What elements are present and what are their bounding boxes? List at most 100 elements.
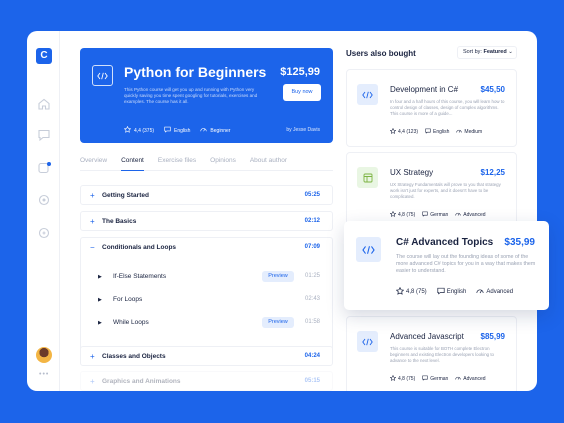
card-rating: 4,8 (75) xyxy=(398,212,416,218)
card-title: UX Strategy xyxy=(390,168,434,177)
code-icon xyxy=(357,84,378,105)
course-language: English xyxy=(174,127,191,134)
play-icon[interactable]: ▶ xyxy=(98,320,102,326)
section-duration: 04:24 xyxy=(304,353,320,359)
code-icon xyxy=(92,65,113,86)
app-logo[interactable]: C xyxy=(36,48,52,64)
expand-icon[interactable]: + xyxy=(90,191,95,200)
card-title: C# Advanced Topics xyxy=(396,237,494,248)
level-icon xyxy=(200,126,208,135)
section-title: Graphics and Animations xyxy=(102,378,181,385)
section-duration: 02:12 xyxy=(304,218,320,224)
lesson-duration: 01:58 xyxy=(304,319,320,325)
section-the-basics[interactable]: + The Basics 02:12 xyxy=(80,211,333,231)
sort-dropdown[interactable]: Sort by: Featured ⌄ xyxy=(457,46,517,59)
location-icon[interactable] xyxy=(37,193,51,207)
card-title: Development in C# xyxy=(390,85,459,94)
card-description: The course will lay out the founding ide… xyxy=(396,254,536,274)
highlighted-course-card[interactable]: C# Advanced Topics $35,99 The course wil… xyxy=(344,221,549,310)
lesson-title: For Loops xyxy=(113,296,143,303)
card-level: Advanced xyxy=(463,212,486,218)
tab-content[interactable]: Content xyxy=(121,157,144,171)
section-graphics-and-animations[interactable]: + Graphics and Animations 05:15 xyxy=(80,371,333,391)
layout-icon xyxy=(357,167,378,188)
card-meta: 4,8 (75) German Advanced xyxy=(389,210,486,219)
card-price: $45,50 xyxy=(480,85,505,94)
course-author[interactable]: by Jesse Davis xyxy=(286,127,320,133)
card-meta: 4,4 (123) English Medium xyxy=(389,127,482,136)
card-language: German xyxy=(430,212,449,218)
app-window: C ••• Python for Beginners $125,99 This … xyxy=(27,31,537,391)
preview-button[interactable]: Preview xyxy=(262,271,294,282)
star-icon xyxy=(395,286,405,297)
course-level: Beginner xyxy=(210,127,231,134)
play-icon[interactable]: ▶ xyxy=(98,297,102,303)
card-language: German xyxy=(430,376,449,382)
collapse-icon[interactable]: − xyxy=(90,243,95,252)
buy-now-button[interactable]: Buy now xyxy=(283,84,321,101)
section-conditionals-and-loops[interactable]: − Conditionals and Loops 07:09 ▶ If-Else… xyxy=(80,237,333,355)
lesson-duration: 02:43 xyxy=(304,296,320,302)
tab-overview[interactable]: Overview xyxy=(80,157,107,171)
home-icon[interactable] xyxy=(37,97,51,111)
settings-icon[interactable] xyxy=(37,226,51,240)
section-title: Getting Started xyxy=(102,192,149,199)
tab-about-author[interactable]: About author xyxy=(250,157,287,171)
language-icon xyxy=(422,211,428,219)
users-also-bought-heading: Users also bought xyxy=(346,49,416,58)
course-title: Python for Beginners xyxy=(124,64,267,80)
preview-button[interactable]: Preview xyxy=(262,317,294,328)
expand-icon[interactable]: + xyxy=(90,217,95,226)
star-icon xyxy=(389,210,397,219)
level-icon xyxy=(455,211,461,219)
level-icon xyxy=(455,375,461,383)
code-icon xyxy=(356,237,381,262)
section-classes-and-objects[interactable]: + Classes and Objects 04:24 xyxy=(80,346,333,366)
course-price: $125,99 xyxy=(280,66,320,78)
recommended-course-card[interactable]: UX Strategy $12,25 UX Strategy Fundament… xyxy=(346,152,517,230)
notification-dot xyxy=(47,162,51,166)
section-title: Conditionals and Loops xyxy=(102,244,177,251)
recommended-course-card[interactable]: Advanced Javascript $85,99 This course i… xyxy=(346,316,517,391)
lesson-title: While Loops xyxy=(113,319,149,326)
sort-value: Featured xyxy=(483,49,507,55)
course-tabs: Overview Content Exercise files Opinions… xyxy=(80,157,333,171)
card-level: Advanced xyxy=(463,376,486,382)
lesson-row[interactable]: ▶ While Loops Preview 01:58 xyxy=(81,313,332,333)
section-duration: 07:09 xyxy=(304,244,320,250)
section-title: Classes and Objects xyxy=(102,353,166,360)
tab-opinions[interactable]: Opinions xyxy=(210,157,236,171)
chevron-down-icon: ⌄ xyxy=(508,49,513,55)
language-icon xyxy=(437,287,445,297)
language-icon xyxy=(422,375,428,383)
course-meta: 4,4 (375) English Beginner xyxy=(123,125,231,135)
more-icon[interactable]: ••• xyxy=(39,371,49,378)
tab-exercise-files[interactable]: Exercise files xyxy=(158,157,196,171)
section-title: The Basics xyxy=(102,218,137,225)
lesson-row[interactable]: ▶ For Loops 02:43 xyxy=(81,290,332,310)
chat-icon[interactable] xyxy=(37,128,51,142)
expand-icon[interactable]: + xyxy=(90,352,95,361)
section-duration: 05:15 xyxy=(304,378,320,384)
card-description: This course is suitable for BOTH complet… xyxy=(390,346,494,363)
play-icon[interactable]: ▶ xyxy=(98,274,102,280)
card-language: English xyxy=(433,129,450,135)
card-language: English xyxy=(446,289,467,295)
card-price: $12,25 xyxy=(480,168,505,177)
section-duration: 05:25 xyxy=(304,192,320,198)
sort-label: Sort by: xyxy=(463,49,482,55)
expand-icon[interactable]: + xyxy=(90,377,95,386)
card-meta: 4,8 (75) English Advanced xyxy=(395,286,514,297)
star-icon xyxy=(389,127,397,136)
star-icon xyxy=(389,374,397,383)
level-icon xyxy=(476,287,484,297)
user-avatar[interactable] xyxy=(36,347,52,363)
lesson-row[interactable]: ▶ If-Else Statements Preview 01:25 xyxy=(81,267,332,287)
card-level: Advanced xyxy=(486,289,514,295)
card-description: In four and a half hours of this course,… xyxy=(390,99,505,116)
code-icon xyxy=(357,331,378,352)
star-icon xyxy=(123,125,132,135)
card-price: $35,99 xyxy=(504,237,535,248)
section-getting-started[interactable]: + Getting Started 05:25 xyxy=(80,185,333,205)
recommended-course-card[interactable]: Development in C# $45,50 In four and a h… xyxy=(346,69,517,147)
